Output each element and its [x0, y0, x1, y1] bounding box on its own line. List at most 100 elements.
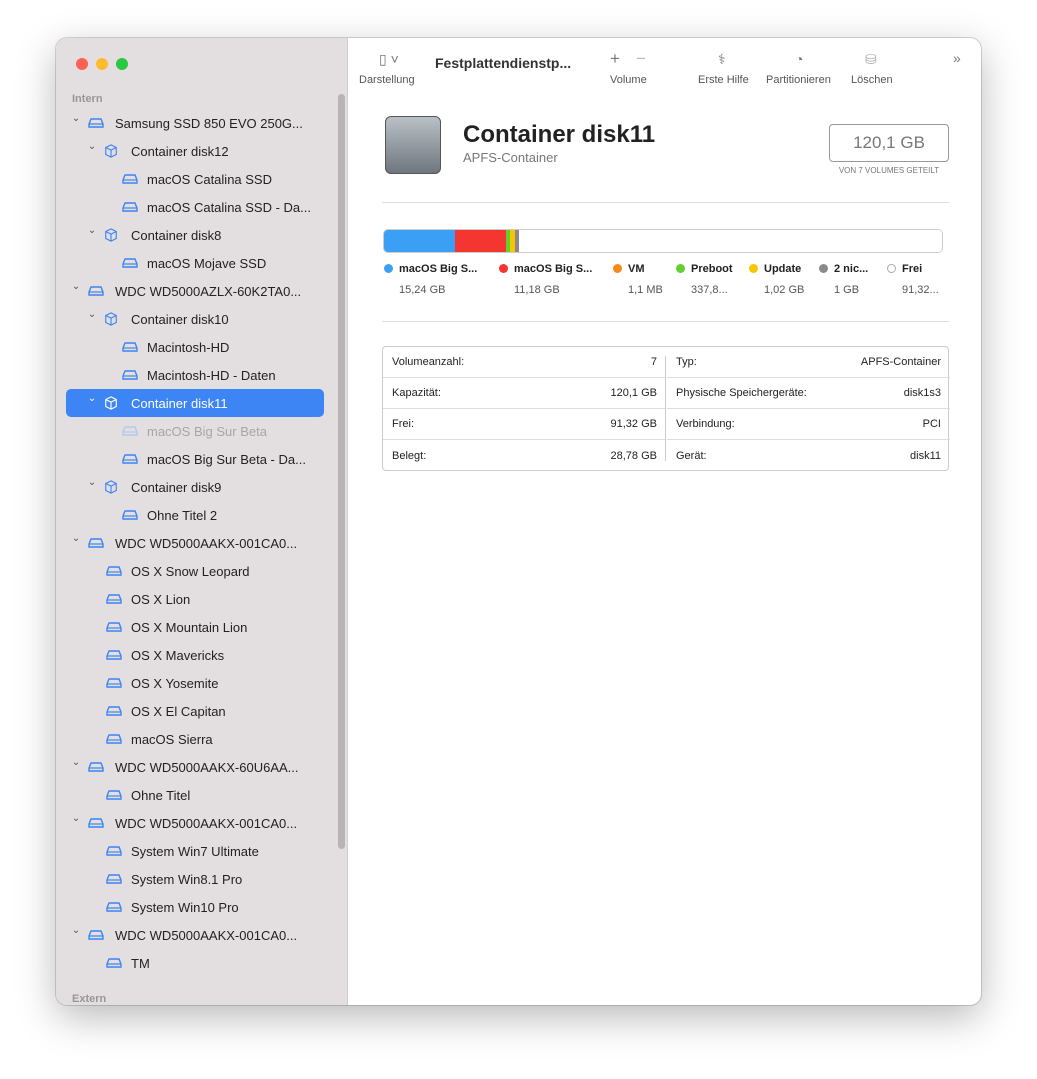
sidebar-item[interactable]: ⌄ Container disk9 [66, 473, 324, 501]
details-value: PCI [922, 418, 941, 430]
sidebar-item[interactable]: System Win7 Ultimate [66, 837, 324, 865]
add-volume-icon[interactable]: + [610, 49, 620, 69]
legend-color-dot [613, 264, 622, 273]
chevron-down-icon[interactable]: ⌄ [70, 757, 82, 768]
sidebar-item-label: Container disk11 [131, 395, 228, 411]
disk-icon [88, 817, 104, 829]
sidebar-item[interactable]: macOS Big Sur Beta - Da... [66, 445, 324, 473]
partition-button[interactable]: Partitionieren [766, 74, 831, 86]
disk-tree: ⌄ Samsung SSD 850 EVO 250G... ⌄ Container d… [66, 109, 324, 977]
sidebar-item[interactable]: System Win10 Pro [66, 893, 324, 921]
details-row: Gerät: disk11 [667, 440, 950, 471]
sidebar-item[interactable]: Macintosh-HD - Daten [66, 361, 324, 389]
sidebar-item[interactable]: ⌄ WDC WD5000AAKX-001CA0... [66, 921, 324, 949]
sidebar-item[interactable]: macOS Catalina SSD - Da... [66, 193, 324, 221]
volume-icon [122, 453, 138, 465]
sidebar-item[interactable]: ⌄ WDC WD5000AAKX-60U6AA... [66, 753, 324, 781]
section-extern: Extern [72, 993, 107, 1005]
sidebar-item[interactable]: OS X Mountain Lion [66, 613, 324, 641]
first-aid-button[interactable]: Erste Hilfe [698, 74, 749, 86]
sidebar-item[interactable]: ⌄ WDC WD5000AAKX-001CA0... [66, 809, 324, 837]
container-icon [104, 228, 120, 242]
legend-value: 1,02 GB [764, 284, 805, 296]
sidebar-item[interactable]: OS X Lion [66, 585, 324, 613]
partition-icon[interactable]: ◔ [795, 51, 803, 67]
sidebar-item[interactable]: ⌄ Container disk12 [66, 137, 324, 165]
chevron-down-icon[interactable]: ⌄ [86, 309, 98, 320]
erase-icon[interactable]: ⛁ [865, 51, 877, 68]
minimize-button[interactable] [96, 58, 108, 70]
sidebar-item[interactable]: macOS Big Sur Beta [66, 417, 324, 445]
remove-volume-icon[interactable]: − [636, 49, 646, 69]
stethoscope-icon[interactable]: ⚕ [718, 51, 726, 68]
details-key: Frei: [392, 418, 414, 430]
volume-icon [106, 705, 122, 717]
container-icon [104, 480, 120, 494]
sidebar: Intern ⌄ Samsung SSD 850 EVO 250G... ⌄ Cont… [56, 38, 348, 1005]
sidebar-scrollbar[interactable] [338, 94, 345, 849]
legend-value: 1 GB [834, 284, 860, 296]
sidebar-item[interactable]: ⌄ Container disk10 [66, 305, 324, 333]
details-value: disk1s3 [903, 387, 941, 399]
sidebar-item[interactable]: Ohne Titel [66, 781, 324, 809]
sidebar-item[interactable]: ⌄ WDC WD5000AZLX-60K2TA0... [66, 277, 324, 305]
sidebar-item-label: macOS Big Sur Beta - Da... [147, 451, 306, 467]
details-value: APFS-Container [860, 356, 941, 368]
more-toolbar-icon[interactable]: » [953, 50, 961, 66]
volume-icon [106, 649, 122, 661]
volume-icon [106, 593, 122, 605]
legend-item: Frei 91,32... [887, 263, 939, 296]
chevron-down-icon[interactable]: ⌄ [70, 925, 82, 936]
legend-color-dot [819, 264, 828, 273]
sidebar-view-icon[interactable]: ▯ ˅ [379, 51, 399, 68]
details-key: Verbindung: [676, 418, 735, 430]
chevron-down-icon[interactable]: ⌄ [86, 393, 98, 404]
sidebar-item[interactable]: TM [66, 949, 324, 977]
sidebar-item[interactable]: System Win8.1 Pro [66, 865, 324, 893]
chevron-down-icon[interactable]: ⌄ [70, 813, 82, 824]
sidebar-item[interactable]: ⌄ Container disk11 [66, 389, 324, 417]
erase-button[interactable]: Löschen [851, 74, 893, 86]
volume-icon [122, 341, 138, 353]
view-label: Darstellung [359, 74, 415, 86]
chevron-down-icon[interactable]: ⌄ [70, 113, 82, 124]
sidebar-item[interactable]: ⌄ Container disk8 [66, 221, 324, 249]
usage-segment [384, 230, 455, 252]
details-key: Volumeanzahl: [392, 356, 465, 368]
sidebar-item-label: TM [131, 955, 150, 971]
chevron-down-icon[interactable]: ⌄ [70, 533, 82, 544]
legend-item: 2 nic... 1 GB [819, 263, 868, 296]
legend-name: Frei [902, 263, 923, 275]
chevron-down-icon[interactable]: ⌄ [70, 281, 82, 292]
chevron-down-icon[interactable]: ⌄ [86, 141, 98, 152]
sidebar-item[interactable]: macOS Sierra [66, 725, 324, 753]
details-key: Belegt: [392, 449, 427, 462]
chevron-down-icon[interactable]: ⌄ [86, 225, 98, 236]
sidebar-item[interactable]: OS X Snow Leopard [66, 557, 324, 585]
sidebar-item-label: Container disk8 [131, 227, 222, 243]
sidebar-item[interactable]: macOS Catalina SSD [66, 165, 324, 193]
container-type: APFS-Container [463, 150, 558, 165]
column-divider [665, 356, 666, 461]
legend-item: VM 1,1 MB [613, 263, 663, 296]
sidebar-item[interactable]: Macintosh-HD [66, 333, 324, 361]
sidebar-item[interactable]: ⌄ WDC WD5000AAKX-001CA0... [66, 529, 324, 557]
details-row: Belegt: 28,78 GB [383, 440, 666, 471]
sidebar-item[interactable]: OS X El Capitan [66, 697, 324, 725]
chevron-down-icon[interactable]: ⌄ [86, 477, 98, 488]
sidebar-item[interactable]: OS X Mavericks [66, 641, 324, 669]
zoom-button[interactable] [116, 58, 128, 70]
window-controls [76, 58, 128, 70]
capacity-box: 120,1 GB [829, 124, 949, 162]
sidebar-item[interactable]: Ohne Titel 2 [66, 501, 324, 529]
sidebar-item[interactable]: ⌄ Samsung SSD 850 EVO 250G... [66, 109, 324, 137]
sidebar-item-label: OS X El Capitan [131, 703, 226, 719]
close-button[interactable] [76, 58, 88, 70]
sidebar-item-label: OS X Mavericks [131, 647, 225, 663]
legend-name: macOS Big S... [399, 263, 478, 275]
container-name: Container disk11 [463, 121, 656, 148]
sidebar-item[interactable]: OS X Yosemite [66, 669, 324, 697]
disk-icon [88, 761, 104, 773]
sidebar-item[interactable]: macOS Mojave SSD [66, 249, 324, 277]
sidebar-item-label: Macintosh-HD [147, 339, 230, 355]
